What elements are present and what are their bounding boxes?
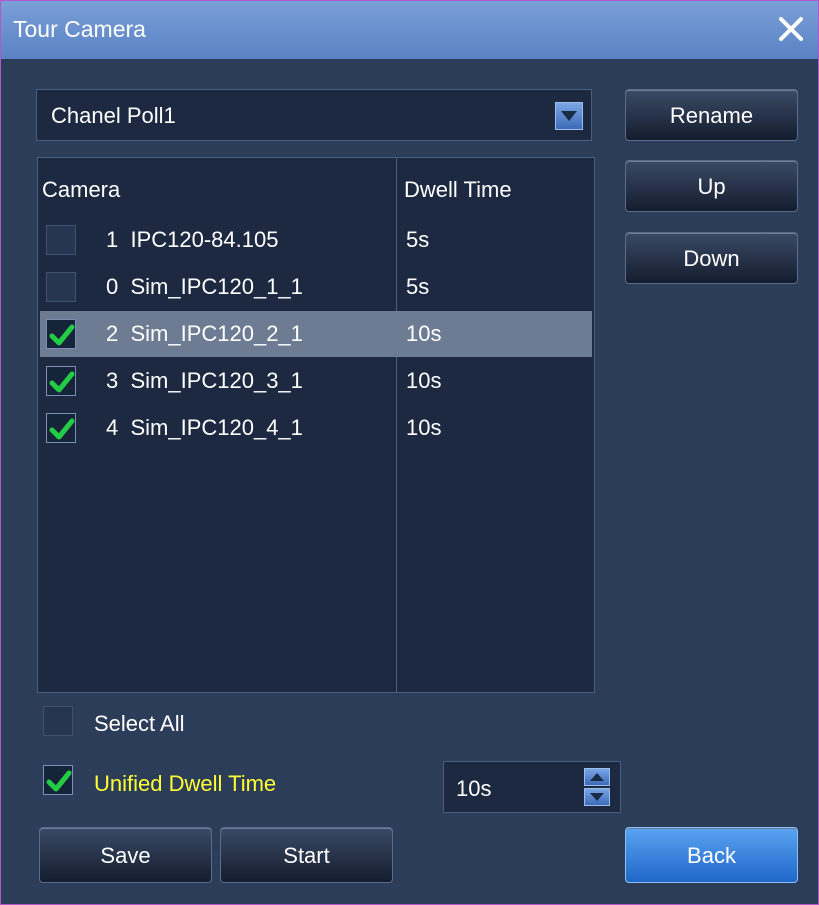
camera-name: 1 IPC120-84.105 [106,227,279,252]
table-row[interactable]: 3 Sim_IPC120_3_1 10s [40,358,592,404]
start-button-label: Start [283,843,330,868]
table-row[interactable]: 0 Sim_IPC120_1_1 5s [40,264,592,310]
table-row[interactable]: 1 IPC120-84.105 5s [40,217,592,263]
row-checkbox[interactable] [46,319,76,349]
poll-select-value: Chanel Poll1 [51,103,176,128]
camera-table: Camera Dwell Time 1 IPC120-84.105 5s 0 Sim… [37,157,595,693]
up-button-label: Up [697,174,726,199]
checkmark-icon [46,770,72,792]
spin-down-icon[interactable] [584,788,610,806]
spin-up-icon[interactable] [584,768,610,786]
save-button[interactable]: Save [39,827,212,883]
start-button[interactable]: Start [220,827,393,883]
back-button-label: Back [687,843,736,868]
camera-name: 0 Sim_IPC120_1_1 [106,274,303,299]
close-icon[interactable] [776,13,806,45]
checkmark-icon [49,324,75,346]
column-header-dwell: Dwell Time [404,177,512,202]
rename-button[interactable]: Rename [625,89,798,141]
camera-name: 2 Sim_IPC120_2_1 [106,321,303,346]
unified-dwell-label: Unified Dwell Time [94,771,277,796]
row-checkbox[interactable] [46,272,76,302]
save-button-label: Save [100,843,151,868]
down-button[interactable]: Down [625,232,798,284]
dwell-time: 5s [406,274,430,299]
up-button[interactable]: Up [625,160,798,212]
camera-name: 3 Sim_IPC120_3_1 [106,368,303,393]
table-row[interactable]: 2 Sim_IPC120_2_1 10s [40,311,592,357]
rename-button-label: Rename [669,103,754,128]
poll-select[interactable]: Chanel Poll1 [36,89,592,141]
camera-name: 4 Sim_IPC120_4_1 [106,415,303,440]
back-button[interactable]: Back [625,827,798,883]
column-header-camera: Camera [42,177,121,202]
dwell-time-value: 10s [456,776,492,801]
unified-dwell-checkbox[interactable] [43,765,73,795]
chevron-down-icon[interactable] [555,102,583,130]
table-row[interactable]: 4 Sim_IPC120_4_1 10s [40,405,592,451]
dwell-time: 5s [406,227,430,252]
dwell-time: 10s [406,415,442,440]
checkmark-icon [49,371,75,393]
select-all-label: Select All [94,711,185,736]
select-all-checkbox[interactable] [43,706,73,736]
dwell-time: 10s [406,368,442,393]
row-checkbox[interactable] [46,366,76,396]
title-bar: Tour Camera [1,1,818,59]
window-title: Tour Camera [13,16,146,42]
dwell-time-spinner[interactable]: 10s [443,761,621,813]
checkmark-icon [49,418,75,440]
dwell-time: 10s [406,321,442,346]
down-button-label: Down [683,246,740,271]
row-checkbox[interactable] [46,413,76,443]
row-checkbox[interactable] [46,225,76,255]
